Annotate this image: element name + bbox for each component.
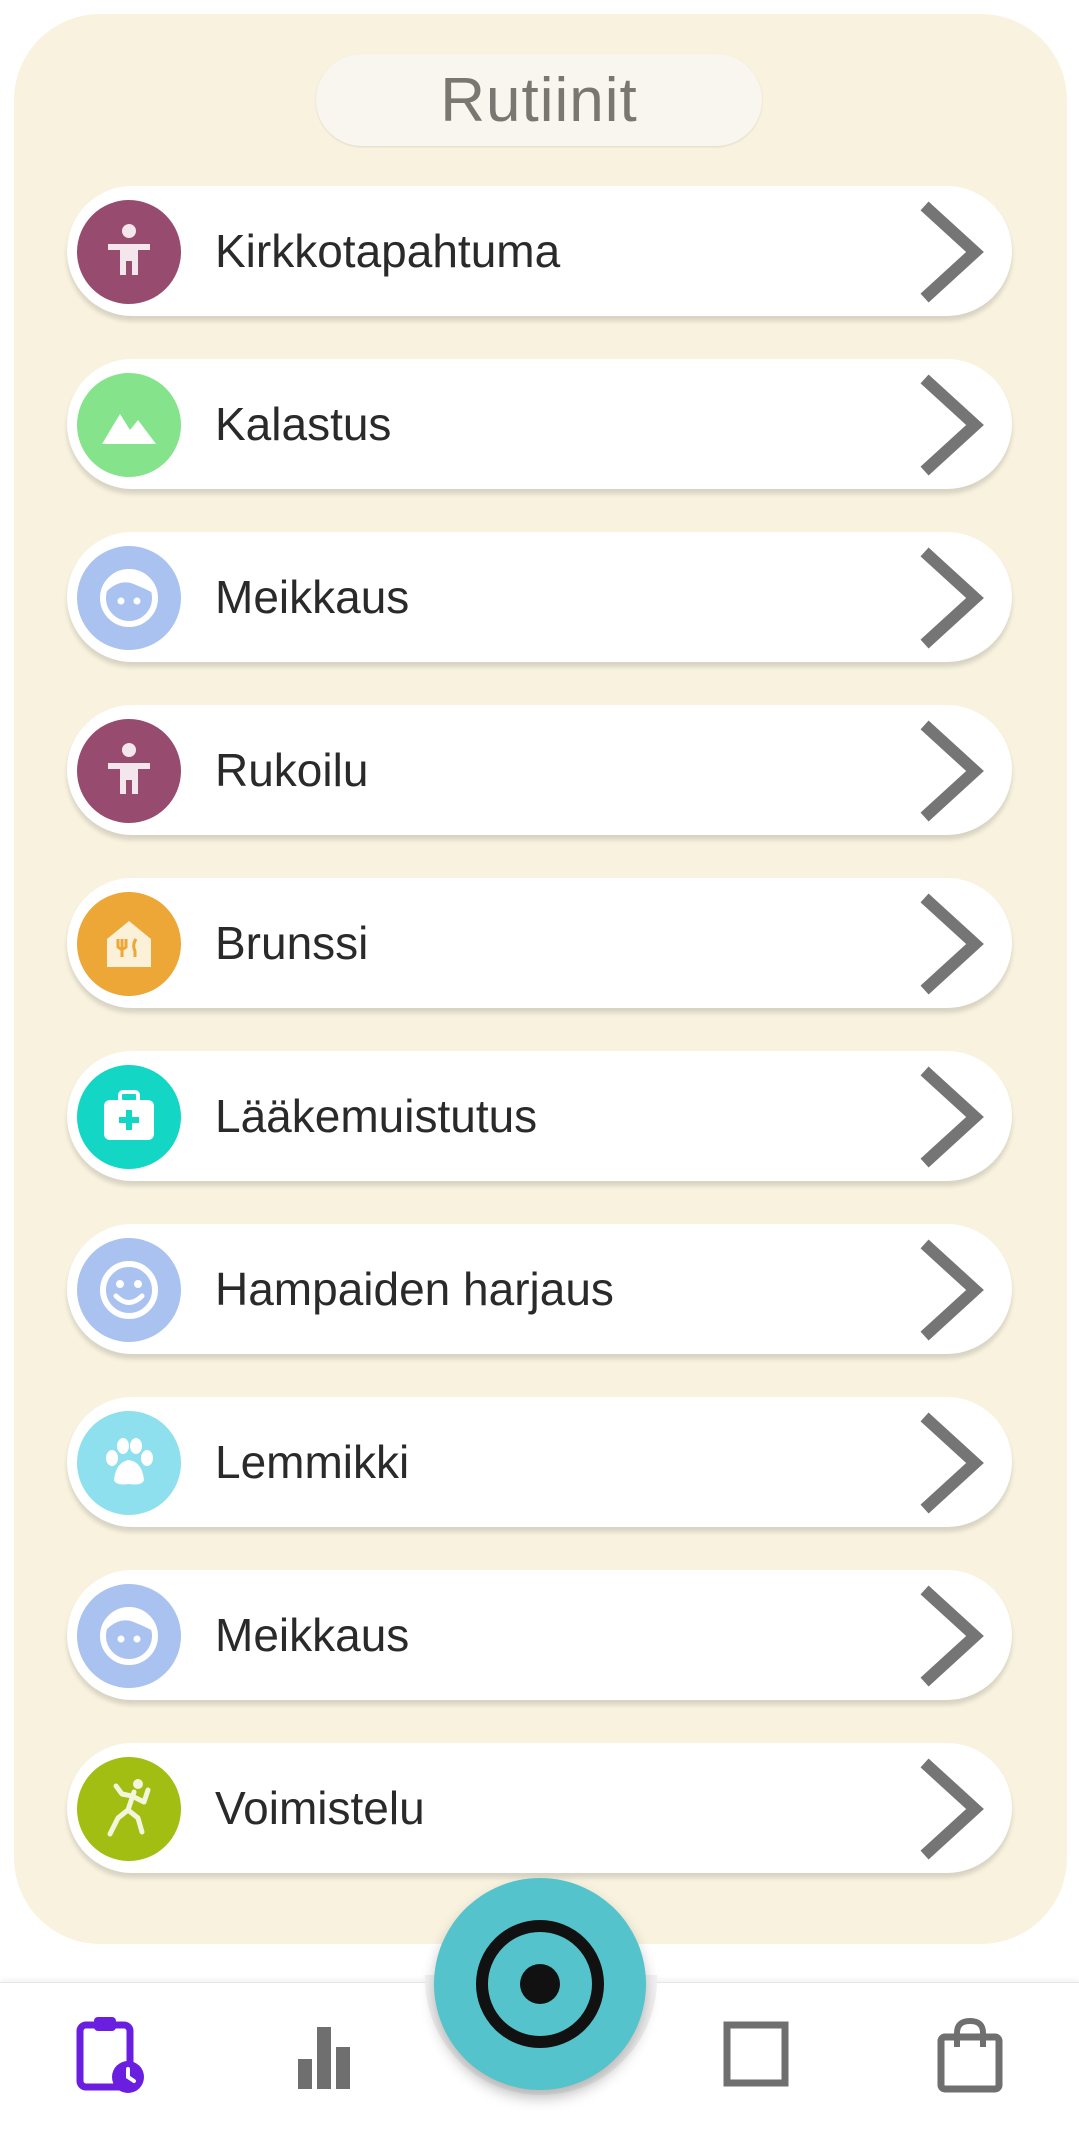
medical-kit-icon (77, 1065, 181, 1169)
routine-item-meikkaus[interactable]: Meikkaus (67, 1570, 1012, 1700)
chevron-right-icon (917, 1411, 987, 1515)
chevron-right-icon (917, 200, 987, 304)
paw-icon (77, 1411, 181, 1515)
record-button[interactable] (434, 1878, 646, 2090)
routine-item-lemmikki[interactable]: Lemmikki (67, 1397, 1012, 1527)
chevron-right-icon (917, 546, 987, 650)
chevron-right-icon (917, 373, 987, 477)
routines-tab[interactable] (65, 2010, 155, 2100)
routine-label: Brunssi (215, 917, 369, 969)
routine-label: Kalastus (215, 398, 392, 450)
chevron-right-icon (917, 719, 987, 823)
routine-item-brunssi[interactable]: Brunssi (67, 878, 1012, 1008)
routine-list: Kirkkotapahtuma Kalastus Meikkaus Rukoil… (0, 0, 1079, 1900)
routine-item-rukoilu[interactable]: Rukoilu (67, 705, 1012, 835)
square-tab[interactable] (712, 2010, 802, 2100)
chevron-right-icon (917, 892, 987, 996)
routine-item-voimistelu[interactable]: Voimistelu (67, 1743, 1012, 1873)
gymnast-icon (77, 1757, 181, 1861)
person-arms-icon (77, 719, 181, 823)
routine-label: Meikkaus (215, 571, 410, 623)
chevron-right-icon (917, 1065, 987, 1169)
face-icon (77, 546, 181, 650)
shopping-bag-icon (937, 2017, 1003, 2093)
clipboard-clock-icon (76, 2017, 144, 2093)
person-arms-icon (77, 200, 181, 304)
bar-chart-icon (298, 2027, 350, 2089)
target-icon (476, 1920, 604, 2048)
chevron-right-icon (917, 1238, 987, 1342)
routine-label: Lemmikki (215, 1436, 410, 1488)
routine-item-hampaiden-harjaus[interactable]: Hampaiden harjaus (67, 1224, 1012, 1354)
routine-label: Rukoilu (215, 744, 369, 796)
routine-item-laakemuistutus[interactable]: Lääkemuistutus (67, 1051, 1012, 1181)
chevron-right-icon (917, 1757, 987, 1861)
stats-tab[interactable] (279, 2010, 369, 2100)
smiley-icon (77, 1238, 181, 1342)
square-icon (723, 2021, 789, 2087)
routine-label: Voimistelu (215, 1782, 425, 1834)
face-icon (77, 1584, 181, 1688)
routine-label: Meikkaus (215, 1609, 410, 1661)
routine-item-kalastus[interactable]: Kalastus (67, 359, 1012, 489)
routine-item-kirkkotapahtuma[interactable]: Kirkkotapahtuma (67, 186, 1012, 316)
restaurant-icon (77, 892, 181, 996)
routine-label: Kirkkotapahtuma (215, 225, 561, 277)
shop-tab[interactable] (926, 2010, 1016, 2100)
routine-item-meikkaus[interactable]: Meikkaus (67, 532, 1012, 662)
routine-label: Hampaiden harjaus (215, 1263, 614, 1315)
routine-label: Lääkemuistutus (215, 1090, 538, 1142)
mountain-icon (77, 373, 181, 477)
chevron-right-icon (917, 1584, 987, 1688)
